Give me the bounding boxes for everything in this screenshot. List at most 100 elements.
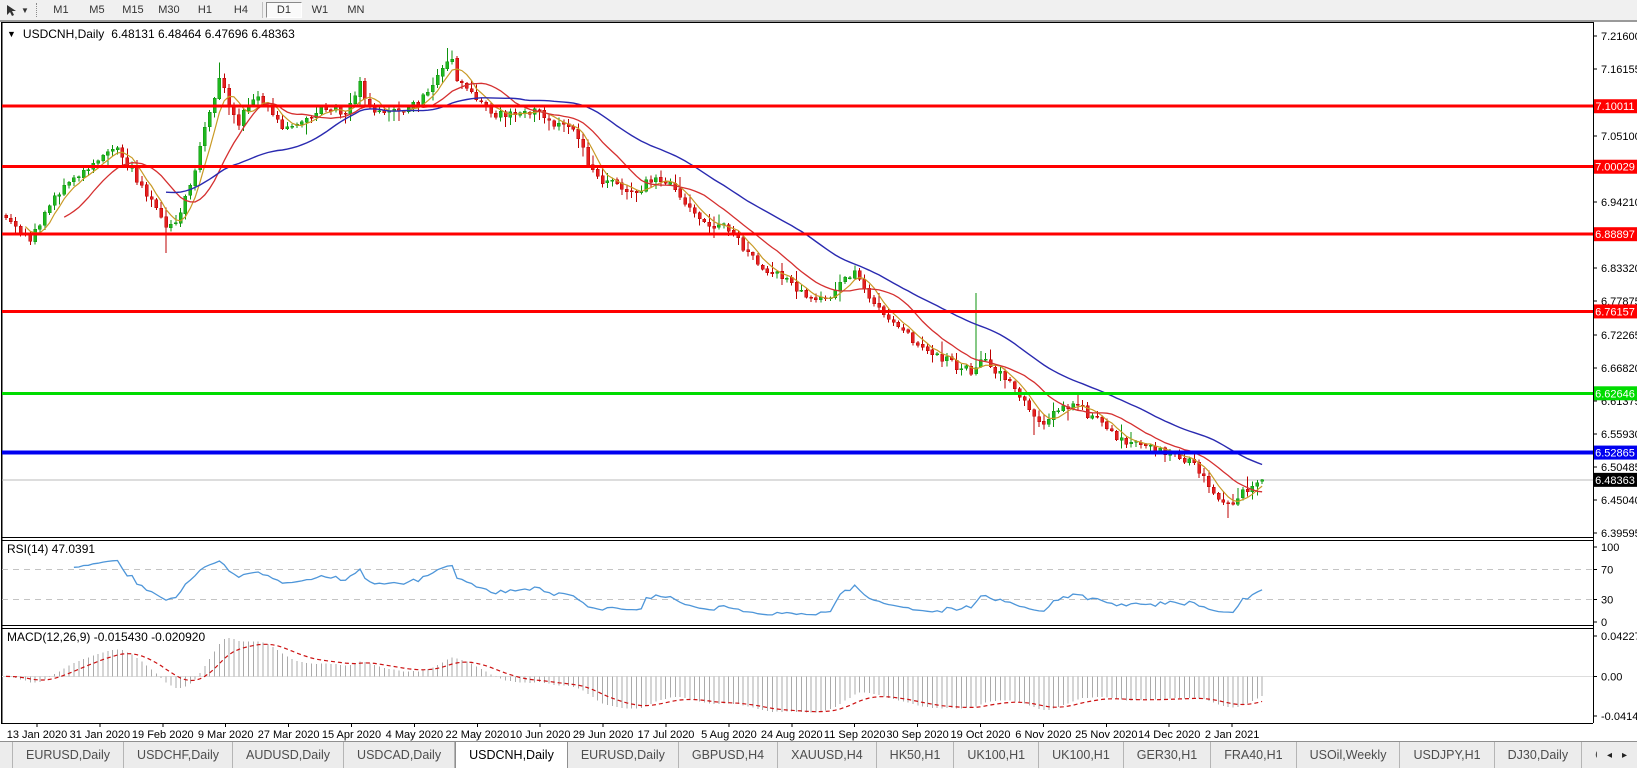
price-tick-label: 7.05100	[1601, 131, 1637, 143]
symbol-tab-usdcad-daily[interactable]: USDCAD,Daily	[344, 742, 456, 768]
rsi-axis-label: 30	[1601, 595, 1613, 607]
symbol-tab-uk100-h1[interactable]: UK100,H1	[954, 742, 1040, 768]
price-tick-label: 6.55930	[1601, 429, 1637, 441]
macd-pane	[2, 638, 1593, 713]
chart-title-caret-icon[interactable]: ▼	[7, 29, 16, 39]
chart-title: ▼ USDCNH,Daily 6.48131 6.48464 6.47696 6…	[7, 27, 295, 41]
timeframe-toolbar: ▼ M1 M5 M15 M30 H1 H4 D1 W1 MN	[0, 0, 1637, 22]
symbol-tab-gbpusd-h4[interactable]: GBPUSD,H4	[679, 742, 779, 768]
date-tick-label: 24 Aug 2020	[761, 729, 823, 741]
rsi-line	[73, 559, 1263, 616]
hline-price-badge-label: 7.10011	[1596, 101, 1635, 113]
date-tick-label: 5 Aug 2020	[701, 729, 757, 741]
macd-histogram	[10, 638, 1263, 713]
symbol-tab-dj30-daily[interactable]: DJ30,Daily	[1495, 742, 1583, 768]
price-pane	[2, 48, 1593, 518]
tab-scroll-left-icon[interactable]: ◂	[1607, 750, 1612, 761]
cursor-tool-icon[interactable]	[2, 2, 20, 18]
date-tick-label: 14 Dec 2020	[1138, 729, 1200, 741]
chart-ohlc-values: 6.48131 6.48464 6.47696 6.48363	[111, 27, 295, 41]
timeframe-button-m5[interactable]: M5	[79, 2, 115, 18]
current-price-badge-label: 6.48363	[1595, 475, 1635, 487]
date-tick-label: 15 Apr 2020	[322, 729, 381, 741]
date-tick-label: 4 May 2020	[386, 729, 443, 741]
price-tick-label: 6.83320	[1601, 263, 1637, 275]
dropdown-caret-icon[interactable]: ▼	[21, 6, 29, 15]
hline-price-badge-label: 7.00029	[1595, 162, 1635, 174]
timeframe-button-m1[interactable]: M1	[43, 2, 79, 18]
date-tick-label: 9 Mar 2020	[198, 729, 254, 741]
date-tick-label: 13 Jan 2020	[7, 729, 68, 741]
price-axis: 7.216007.161557.051006.942106.833206.778…	[7, 31, 1637, 741]
price-tick-label: 7.16155	[1601, 64, 1637, 76]
ma-mid-line	[63, 82, 1263, 493]
macd-axis-label: 0.00	[1601, 671, 1622, 683]
date-tick-label: 22 May 2020	[445, 729, 509, 741]
rsi-axis-label: 70	[1601, 565, 1613, 577]
timeframe-button-w1[interactable]: W1	[302, 2, 338, 18]
timeframe-button-h1[interactable]: H1	[187, 2, 223, 18]
tab-scroll-right-icon[interactable]: ▸	[1622, 750, 1627, 761]
symbol-tab-usoil-weekly[interactable]: USOil,Weekly	[1297, 742, 1401, 768]
toolbar-grip	[35, 3, 37, 17]
macd-signal-line	[5, 643, 1263, 713]
date-tick-label: 17 Jul 2020	[638, 729, 695, 741]
timeframe-buttons: M1 M5 M15 M30 H1 H4 D1 W1 MN	[43, 2, 374, 18]
rsi-indicator-label: RSI(14) 47.0391	[7, 542, 96, 556]
macd-axis-label: 0.042275	[1601, 631, 1637, 643]
tab-scroll-buttons: ◂ ▸	[1597, 741, 1637, 768]
date-tick-label: 10 Jun 2020	[510, 729, 571, 741]
date-tick-label: 30 Sep 2020	[886, 729, 948, 741]
toolbar-separator	[261, 2, 263, 18]
symbol-tab-usdjpy-h1[interactable]: USDJPY,H1	[1400, 742, 1495, 768]
price-tick-label: 6.72265	[1601, 330, 1637, 342]
symbol-tab-fra40-h1[interactable]: FRA40,H1	[1211, 742, 1297, 768]
hline-price-badge-label: 6.52865	[1595, 448, 1635, 460]
hline-price-badge-label: 6.62646	[1595, 388, 1635, 400]
date-tick-label: 25 Nov 2020	[1075, 729, 1137, 741]
chart-symbol-label: USDCNH,Daily	[22, 27, 105, 41]
price-tick-label: 6.66820	[1601, 363, 1637, 375]
hline-price-badge-label: 6.88897	[1595, 229, 1635, 241]
price-tick-label: 6.50485	[1601, 462, 1637, 474]
macd-indicator-label: MACD(12,26,9) -0.015430 -0.020920	[7, 630, 206, 644]
symbol-tab-eurusd-daily[interactable]: EURUSD,Daily	[12, 742, 125, 768]
symbol-tab-ger30-h1[interactable]: GER30,H1	[1124, 742, 1212, 768]
date-tick-label: 6 Nov 2020	[1015, 729, 1071, 741]
date-tick-label: 11 Sep 2020	[824, 729, 886, 741]
ma-fast-line	[24, 68, 1263, 503]
trading-app-window: ▼ M1 M5 M15 M30 H1 H4 D1 W1 MN 7.21600 7.16155 7.0…	[0, 0, 1637, 768]
rsi-axis-label: 100	[1601, 542, 1619, 554]
symbol-tab-bar: EURUSD,Daily USDCHF,Daily AUDUSD,Daily USDC…	[0, 741, 1637, 768]
timeframe-button-m30[interactable]: M30	[151, 2, 187, 18]
pane-borders	[0, 22, 1594, 724]
hline-price-badge-label: 6.76157	[1595, 306, 1635, 318]
date-tick-label: 31 Jan 2020	[70, 729, 131, 741]
date-tick-label: 2 Jan 2021	[1205, 729, 1259, 741]
chart-canvas[interactable]: 7.216007.161557.051006.942106.833206.778…	[0, 22, 1637, 741]
price-tick-label: 6.45040	[1601, 495, 1637, 507]
symbol-tab-xauusd-h4[interactable]: XAUUSD,H4	[778, 742, 877, 768]
symbol-tab-hk50-h1[interactable]: HK50,H1	[877, 742, 955, 768]
timeframe-button-m15[interactable]: M15	[115, 2, 151, 18]
timeframe-button-h4[interactable]: H4	[223, 2, 259, 18]
macd-axis-label: -0.04148	[1601, 711, 1637, 723]
rsi-axis-label: 0	[1601, 617, 1607, 629]
date-tick-label: 29 Jun 2020	[573, 729, 634, 741]
price-tick-label: 7.21600	[1601, 31, 1637, 43]
price-tick-label: 6.94210	[1601, 197, 1637, 209]
timeframe-button-mn[interactable]: MN	[338, 2, 374, 18]
ma-slow-line	[165, 97, 1263, 466]
timeframe-button-d1[interactable]: D1	[265, 2, 302, 18]
symbol-tab-uk100-h1[interactable]: UK100,H1	[1039, 742, 1124, 768]
price-tick-label: 6.39595	[1601, 528, 1637, 540]
candles-layer	[4, 48, 1264, 518]
symbol-tab-usdchf-daily[interactable]: USDCHF,Daily	[124, 742, 233, 768]
symbol-tab-eurusd-daily[interactable]: EURUSD,Daily	[568, 742, 679, 768]
date-tick-label: 19 Feb 2020	[132, 729, 194, 741]
rsi-pane	[2, 559, 1593, 616]
symbol-tab-usdcnh-daily[interactable]: USDCNH,Daily	[455, 742, 568, 768]
date-tick-label: 19 Oct 2020	[951, 729, 1011, 741]
date-tick-label: 27 Mar 2020	[258, 729, 320, 741]
symbol-tab-audusd-daily[interactable]: AUDUSD,Daily	[233, 742, 345, 768]
